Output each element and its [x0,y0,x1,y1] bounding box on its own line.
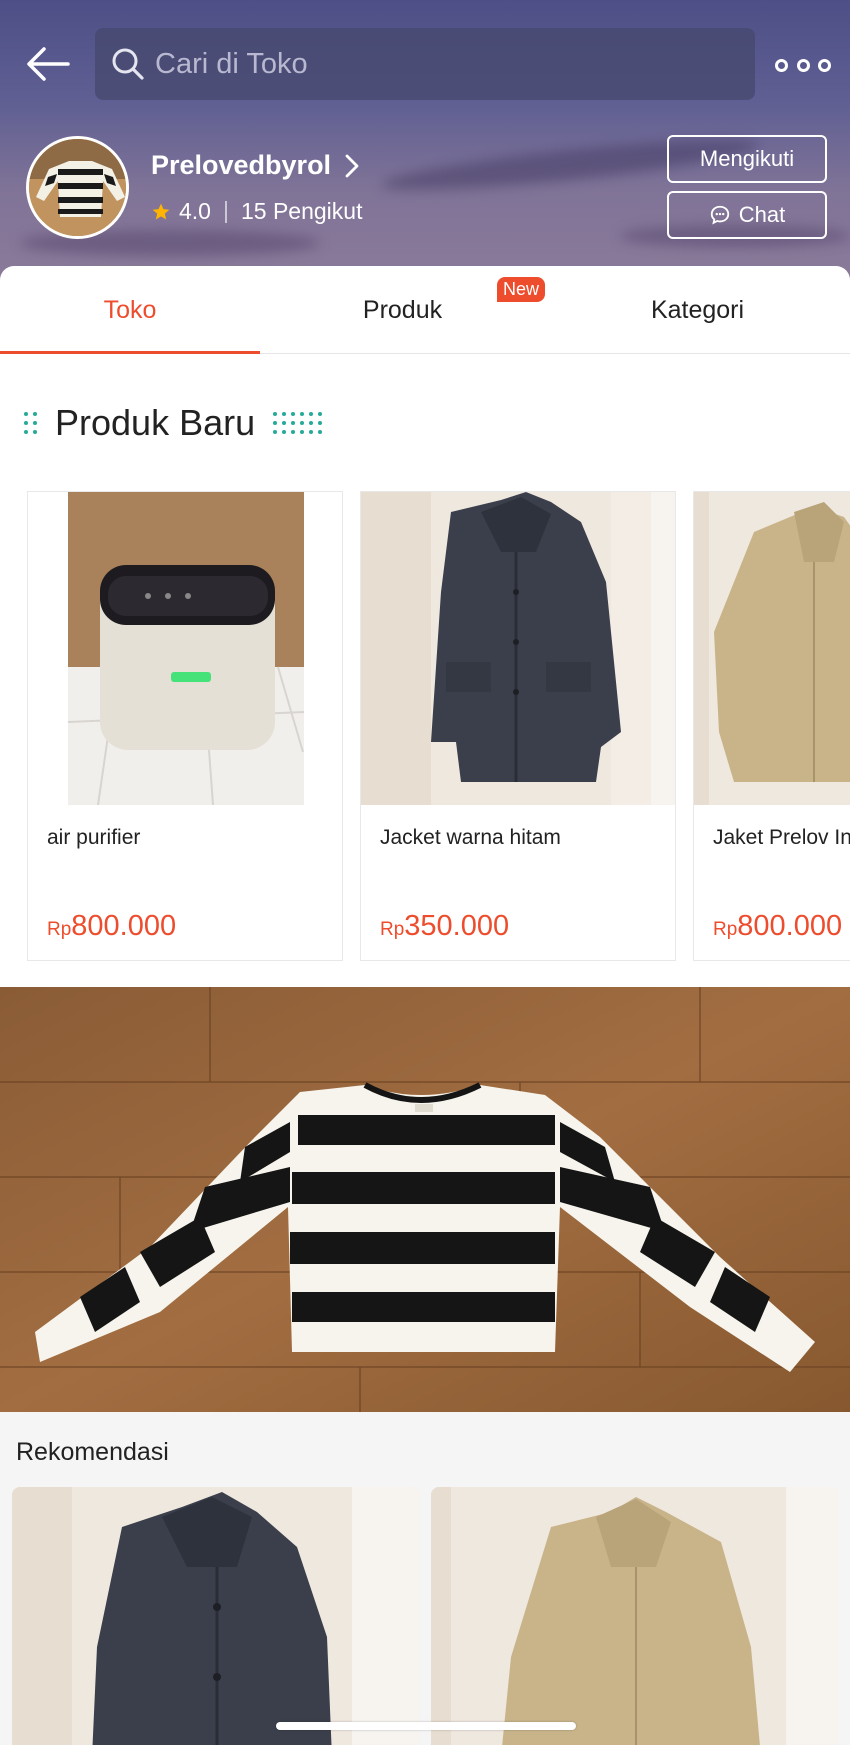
tab-kategori[interactable]: Kategori [545,266,850,354]
more-dot-icon [796,58,810,72]
tab-toko[interactable]: Toko [0,266,260,355]
more-options-button[interactable] [775,50,831,80]
product-image [28,492,342,805]
product-card[interactable]: air purifier Rp800.000 [27,491,343,961]
product-image [361,492,675,805]
section-header: Produk Baru [24,402,323,444]
shop-stats: 4.0 15 Pengikut [151,198,362,225]
follow-button-label: Mengikuti [699,146,795,171]
section-title: Produk Baru [55,402,256,443]
product-image [12,1487,420,1745]
back-button[interactable] [22,40,74,88]
shop-tabs: Toko Produk Kategori [0,266,850,355]
product-price: Rp350.000 [380,910,510,942]
arrow-left-icon [27,47,70,81]
chat-button-label: Chat [738,202,786,227]
chat-icon [709,204,731,226]
product-price: Rp800.000 [713,910,843,942]
shop-avatar[interactable] [26,136,129,239]
product-card[interactable]: Jacket warna hitam Rp350.000 [360,491,676,961]
shop-search-bar[interactable] [95,28,755,100]
new-products-carousel[interactable]: air purifier Rp800.000 Jacket warna hita… [27,491,850,961]
follow-button[interactable]: Mengikuti [667,135,827,183]
sweater-thumbnail-icon [29,139,126,236]
tab-label: Toko [103,295,157,324]
tab-label: Kategori [650,295,745,324]
more-dot-icon [818,58,831,72]
chat-button[interactable]: Chat [667,191,827,239]
shop-followers: 15 Pengikut [240,198,363,224]
star-icon [152,203,170,219]
product-image [431,1487,839,1745]
product-name: air purifier [47,826,141,849]
product-card[interactable]: Jaket Prelov Industries EC Rp800.000 [693,491,850,961]
section-title: Rekomendasi [16,1438,169,1466]
shop-name: Prelovedbyrol [151,150,332,180]
product-price: Rp800.000 [47,910,177,942]
more-dot-icon [775,58,788,72]
shop-header: Prelovedbyrol 4.0 15 Pengikut Mengikuti [0,0,850,290]
recommendation-card[interactable] [431,1487,839,1745]
dots-decoration-icon [24,412,37,434]
shop-banner-image[interactable] [0,987,850,1412]
new-products-section: Produk Baru air purifier Rp800.000 Jacke… [0,354,850,987]
stats-divider [224,200,227,223]
shop-page: Prelovedbyrol 4.0 15 Pengikut Mengikuti [0,0,850,1745]
recommendations-section: Rekomendasi [0,1412,850,1745]
shop-rating: 4.0 [179,198,211,224]
search-input[interactable] [155,47,715,81]
chevron-right-icon [345,154,359,177]
product-image [694,492,850,805]
product-name: Jaket Prelov Industries EC [713,826,850,849]
dots-decoration-icon [273,412,323,434]
search-icon [112,48,144,80]
shop-name-link[interactable]: Prelovedbyrol [151,150,359,181]
new-badge: New [497,277,546,302]
tab-label: Produk [362,295,443,324]
recommendation-card[interactable] [12,1487,420,1745]
product-name: Jacket warna hitam [380,826,561,849]
home-indicator[interactable] [276,1722,576,1730]
